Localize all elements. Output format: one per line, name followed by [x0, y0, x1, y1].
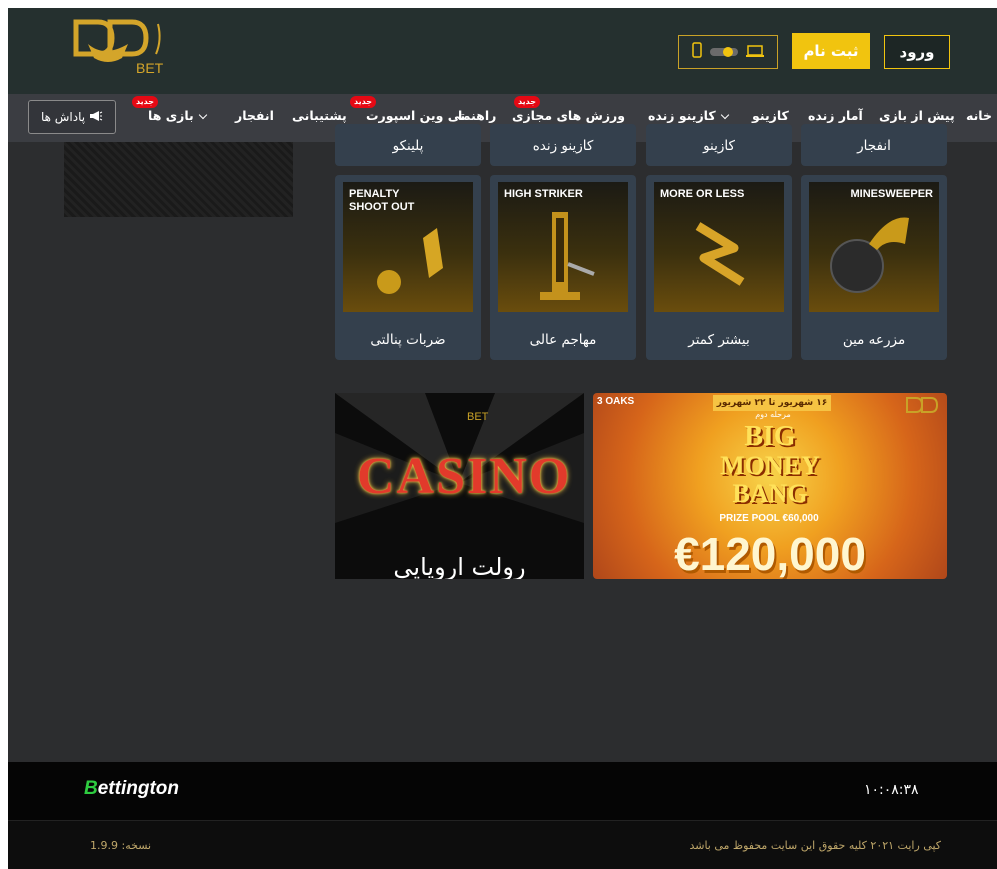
nav-support[interactable]: پشتیبانی	[292, 108, 347, 123]
footer-bottom: کپی رایت ۲۰۲۱ کلیه حقوق این سایت محفوظ م…	[8, 820, 997, 869]
provider-label: 3 OAKS	[597, 396, 635, 407]
footer-top: Bettington ۱۰:۰۸:۳۸	[8, 762, 997, 820]
new-badge: جدید	[132, 96, 159, 108]
tile-name: مهاجم عالی	[529, 332, 597, 348]
site-logo[interactable]: BET	[70, 16, 168, 78]
casino-title: CASINO	[357, 448, 572, 505]
nav-twin-sport[interactable]: جدید تی وین اسپورت	[350, 96, 465, 123]
chevron-down-icon	[198, 110, 208, 120]
nav-casino[interactable]: کازینو	[752, 108, 789, 123]
new-badge: جدید	[514, 96, 541, 108]
promo-line2: MONEY	[720, 451, 820, 480]
clock: ۱۰:۰۸:۳۸	[864, 782, 919, 798]
casino-logo: BET	[467, 411, 489, 423]
mobile-icon[interactable]	[692, 42, 702, 62]
game-tile[interactable]: انفجار	[801, 124, 947, 166]
nav-home[interactable]: خانه	[966, 108, 992, 123]
tile-name: کازینو زنده	[532, 138, 594, 154]
copyright-text: کپی رایت ۲۰۲۱ کلیه حقوق این سایت محفوظ م…	[689, 839, 941, 852]
logo-badge	[905, 396, 941, 424]
chevron-down-icon	[720, 110, 729, 120]
big-money-bang-banner[interactable]: 3 OAKS ۱۶ شهریور تا ۲۲ شهریور مرحله دوم …	[593, 393, 947, 579]
tile-name: بیشتر کمتر	[688, 332, 750, 348]
nav-live-casino[interactable]: کازینو زنده	[648, 108, 734, 123]
more-or-less-image: MORE OR LESS	[654, 182, 784, 312]
nav-virtual-sports[interactable]: جدید ورزش های مجازی	[512, 96, 625, 123]
version-text: نسخه: 1.9.9	[90, 839, 152, 852]
game-tile[interactable]: کازینو زنده	[490, 124, 636, 166]
header-bar: BET ورود ثبت نام	[8, 8, 997, 94]
bettington-logo[interactable]: Bettington	[84, 778, 179, 800]
prize-pool: PRIZE POOL €60,000	[719, 513, 819, 524]
new-badge: جدید	[350, 96, 377, 108]
tournament-dates: ۱۶ شهریور تا ۲۲ شهریور	[713, 395, 831, 411]
desktop-icon[interactable]	[746, 43, 764, 62]
game-tile[interactable]: MINESWEEPER مزرعه مین	[801, 175, 947, 360]
tile-name: انفجار	[857, 138, 891, 154]
nav-live-stats[interactable]: آمار زنده	[808, 108, 863, 123]
rewards-button[interactable]: پاداش ها	[28, 100, 116, 134]
nav-prematch[interactable]: پیش از بازی	[879, 108, 955, 123]
game-tile[interactable]: PENALTY SHOOT OUT ضربات پنالتی	[335, 175, 481, 360]
nav-games[interactable]: جدید بازی ها	[132, 96, 212, 123]
login-button[interactable]: ورود	[884, 35, 950, 69]
tournament-stage: مرحله دوم	[755, 410, 791, 419]
logo-text: BET	[136, 60, 164, 76]
register-button[interactable]: ثبت نام	[792, 33, 870, 69]
game-tile[interactable]: کازینو	[646, 124, 792, 166]
promo-line1: BIG	[744, 421, 796, 452]
tile-name: پلینکو	[392, 138, 424, 154]
tile-name: ضربات پنالتی	[370, 332, 446, 348]
high-striker-image: HIGH STRIKER	[498, 182, 628, 312]
brand-initial: B	[84, 778, 98, 799]
game-tile[interactable]: پلینکو	[335, 124, 481, 166]
penalty-shootout-image: PENALTY SHOOT OUT	[343, 182, 473, 312]
brand-rest: ettington	[97, 778, 179, 799]
page: BET ورود ثبت نام خانه پیش از بازی آمار ز…	[8, 8, 997, 869]
device-toggle[interactable]	[678, 35, 778, 69]
minesweeper-image: MINESWEEPER	[809, 182, 939, 312]
prize-amount: €120,000	[674, 528, 866, 579]
tile-name: کازینو	[703, 138, 735, 154]
megaphone-icon	[89, 110, 103, 125]
casino-subtitle: رولت اروپایی	[393, 553, 526, 579]
game-tile[interactable]: MORE OR LESS بیشتر کمتر	[646, 175, 792, 360]
game-tile[interactable]: HIGH STRIKER مهاجم عالی	[490, 175, 636, 360]
promo-line3: BANG	[732, 479, 808, 508]
nav-crash[interactable]: انفجار	[235, 108, 274, 123]
rewards-label: پاداش ها	[40, 110, 86, 124]
side-banner[interactable]	[64, 142, 293, 217]
toggle-switch[interactable]	[710, 43, 738, 62]
tile-name: مزرعه مین	[842, 332, 906, 348]
casino-promo-banner[interactable]: BET CASINO رولت اروپایی	[335, 393, 584, 579]
